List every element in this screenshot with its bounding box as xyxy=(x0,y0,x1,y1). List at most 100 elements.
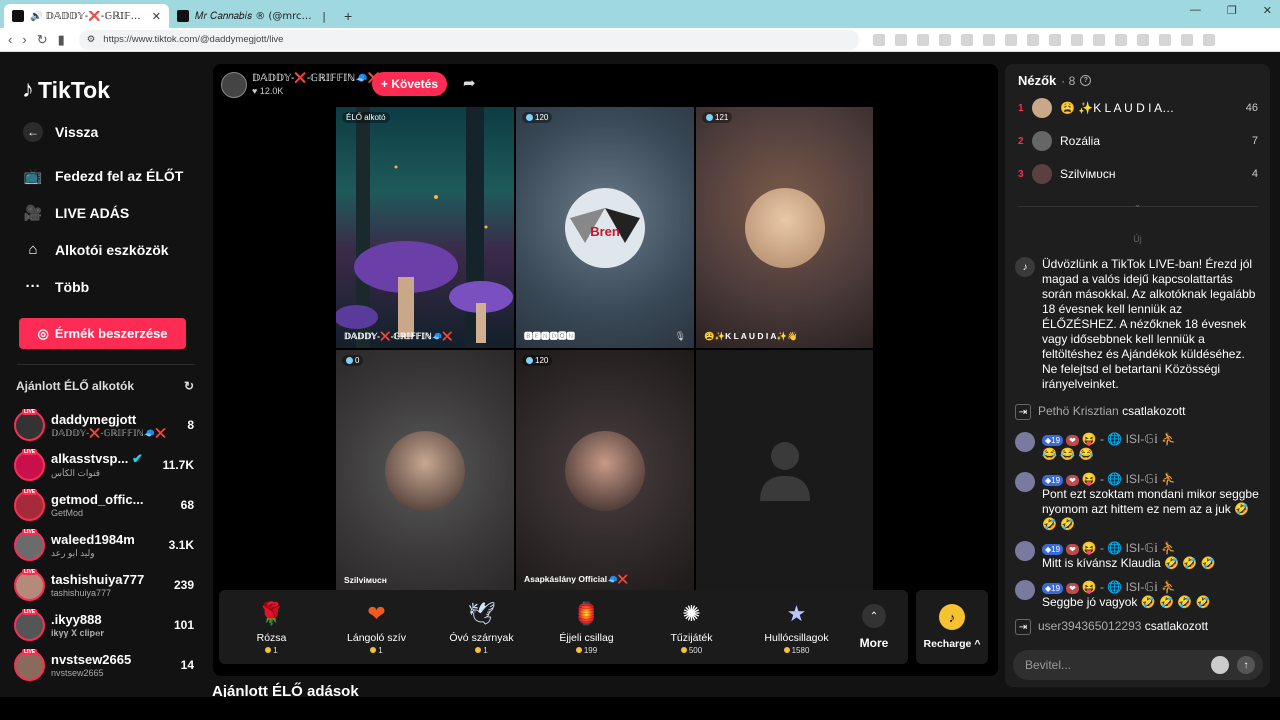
extension-icon[interactable] xyxy=(1026,33,1039,46)
creator-item[interactable]: LIVE nvstsew2665 nvstsew2665 14 xyxy=(14,647,194,683)
send-icon[interactable]: ↑ xyxy=(1237,656,1255,674)
extension-icon[interactable] xyxy=(894,33,907,46)
url-field[interactable]: ⚙ https://www.tiktok.com/@daddymegjott/l… xyxy=(78,29,859,50)
host-avatar[interactable] xyxy=(221,72,247,98)
top-viewer-row[interactable]: 2 Rozália 7 xyxy=(1018,129,1258,153)
emoji-icon[interactable] xyxy=(1211,656,1229,674)
avatar[interactable] xyxy=(1015,432,1035,452)
close-window-icon[interactable]: ✕ xyxy=(1263,4,1272,17)
bookmark-icon[interactable]: ▮ xyxy=(58,32,65,48)
creator-item[interactable]: LIVE getmod_offic... GetMod 68 xyxy=(14,487,194,523)
extension-icon[interactable] xyxy=(1202,33,1215,46)
tiktok-note-icon: ♪ xyxy=(22,76,34,103)
minimize-icon[interactable]: — xyxy=(1190,4,1201,17)
gift-name: Rózsa xyxy=(256,631,287,644)
chat-username[interactable]: 😝 - 🌐 ISI-𝔾𝕚 xyxy=(1082,541,1158,555)
chat-username[interactable]: 😝 - 🌐 ISI-𝔾𝕚 xyxy=(1082,472,1158,486)
creator-item[interactable]: LIVE tashishuiya777 tashishuiya777 239 xyxy=(14,567,194,603)
sidebar-item-more[interactable]: ··· Több xyxy=(23,278,90,295)
chat-username[interactable]: 😝 - 🌐 ISI-𝔾𝕚 xyxy=(1082,432,1158,446)
extension-icon[interactable] xyxy=(872,33,885,46)
extension-icon[interactable] xyxy=(1136,33,1149,46)
live-badge: LIVE xyxy=(22,528,38,535)
recharge-button[interactable]: ♪ Recharge ^ xyxy=(916,590,988,664)
close-tab-icon[interactable]: ✕ xyxy=(152,10,161,23)
reload-icon[interactable]: ↻ xyxy=(37,32,48,48)
back-arrow-icon[interactable]: ‹ xyxy=(8,32,12,48)
creator-name-row: alkasstvsp... ✔ xyxy=(51,451,159,467)
top-viewer-row[interactable]: 1 😩 ✨K L A U D I A… 46 xyxy=(1018,96,1258,120)
browser-tab[interactable]: 𝑀𝑟 𝐶𝑎𝑛𝑛𝑎𝑏𝑖𝑠 ® (@mrcannabis_) | xyxy=(169,4,334,28)
chat-username[interactable]: 😝 - 🌐 ISI-𝔾𝕚 xyxy=(1082,580,1158,594)
viewer-badge: 121 xyxy=(702,112,733,123)
extension-icon[interactable] xyxy=(1114,33,1127,46)
gift-rose[interactable]: 🌹 Rózsa 1 xyxy=(219,600,324,655)
forward-arrow-icon[interactable]: › xyxy=(22,32,26,48)
gift-firework[interactable]: ✺ Tűzijáték 500 xyxy=(639,600,744,655)
chat-username[interactable]: user394365012293 xyxy=(1038,619,1141,633)
extension-icon[interactable] xyxy=(1004,33,1017,46)
guest-cell[interactable]: Bren 120 🅱🅴🅽🅳🅾🅽 🎙 xyxy=(516,107,694,348)
recommended-creators-header: Ajánlott ÉLŐ alkotók ↻ xyxy=(16,379,194,393)
expand-chevron-icon[interactable]: ⌄ xyxy=(1005,199,1270,210)
svg-text:Bren: Bren xyxy=(590,224,620,239)
chat-input[interactable]: Bevitel... ↑ xyxy=(1013,650,1263,680)
gift-name: Hullócsillagok xyxy=(764,631,829,644)
refresh-icon[interactable]: ↻ xyxy=(184,379,194,393)
empty-guest-slot[interactable] xyxy=(696,350,873,591)
address-bar-row: ‹ › ↻ ▮ ⚙ https://www.tiktok.com/@daddym… xyxy=(0,28,1280,52)
gift-wings[interactable]: 🕊 Óvó szárnyak 1 xyxy=(429,600,534,655)
gift-night-star[interactable]: 🏮 Éjjeli csillag 199 xyxy=(534,600,639,655)
extension-icon[interactable] xyxy=(1158,33,1171,46)
extension-icon[interactable] xyxy=(982,33,995,46)
gift-shooting-stars[interactable]: ★ Hullócsillagok 1580 xyxy=(744,600,849,655)
extension-icon[interactable] xyxy=(938,33,951,46)
extension-icon[interactable] xyxy=(1048,33,1061,46)
share-icon[interactable]: ➦ xyxy=(463,74,476,92)
guest-cell-host[interactable]: ÉLŐ alkotó 𝔻𝔸𝔻𝔻𝕐-❌-𝔾ℝ𝕀𝔽𝔽𝕀ℕ🧢❌ xyxy=(336,107,514,348)
extension-icon[interactable] xyxy=(1092,33,1105,46)
back-link[interactable]: ← Vissza xyxy=(23,122,98,142)
follow-button[interactable]: + Követés xyxy=(372,72,447,96)
help-icon[interactable]: ? xyxy=(1080,75,1092,86)
creator-item[interactable]: LIVE waleed1984m وليد ابو رعد 3.1K xyxy=(14,527,194,563)
live-badge: LIVE xyxy=(22,648,38,655)
more-icon: ··· xyxy=(25,278,41,295)
chat-username[interactable]: Pethö Krisztian xyxy=(1038,404,1119,418)
extension-icon[interactable] xyxy=(916,33,929,46)
creator-name: daddymegjott xyxy=(51,411,137,427)
get-coins-button[interactable]: ◎ Érmék beszerzése xyxy=(19,318,186,349)
guest-cell[interactable]: 121 😩✨K L A U D I A✨👋 xyxy=(696,107,873,348)
gift-burning-heart[interactable]: ❤ Lángoló szív 1 xyxy=(324,600,429,655)
sidebar-item-explore-live[interactable]: 📺 Fedezd fel az ÉLŐT xyxy=(23,167,184,185)
avatar[interactable] xyxy=(1015,580,1035,600)
browser-tab-active[interactable]: 🔊 𝔻𝔸𝔻𝔻𝕐-❌-𝔾ℝ𝕀𝔽𝔽𝕀ℕ🧢❌ (@da ✕ xyxy=(4,4,169,28)
sidebar-item-label: LIVE ADÁS xyxy=(55,205,130,221)
coin-icon xyxy=(783,647,790,653)
creator-item[interactable]: LIVE daddymegjott 𝔻𝔸𝔻𝔻𝕐-❌-𝔾ℝ𝕀𝔽𝔽𝕀ℕ🧢❌ 8 xyxy=(14,407,194,443)
extension-icon[interactable] xyxy=(960,33,973,46)
new-tab-button[interactable]: + xyxy=(334,4,362,28)
creator-name: waleed1984m xyxy=(51,531,135,547)
gift-price: 1 xyxy=(370,646,383,655)
top-viewer-row[interactable]: 3 Szilviᴍᴜᴄʜ 4 xyxy=(1018,162,1258,186)
avatar[interactable] xyxy=(1015,541,1035,561)
extension-icon[interactable] xyxy=(1070,33,1083,46)
creator-item[interactable]: LIVE alkasstvsp... ✔ قنوات الكأس 11.7K xyxy=(14,447,194,483)
guest-cell[interactable]: 120 Asapkáslány Official🧢❌ xyxy=(516,350,694,591)
tiktok-logo[interactable]: ♪ TikTok xyxy=(22,76,110,104)
sidebar-item-go-live[interactable]: 🎥 LIVE ADÁS xyxy=(23,204,130,222)
sidebar-item-creator-tools[interactable]: ⌂ Alkotói eszközök xyxy=(23,241,168,258)
guest-name: 🅱🅴🅽🅳🅾🅽 xyxy=(524,331,576,341)
more-gifts-button[interactable]: ⌃ More xyxy=(849,604,899,650)
site-settings-icon[interactable]: ⚙ xyxy=(87,34,96,45)
host-name[interactable]: 𝔻𝔸𝔻𝔻𝕐-❌-𝔾ℝ𝕀𝔽𝔽𝕀ℕ🧢❌ xyxy=(252,73,380,84)
guest-cell[interactable]: 0 Szilviᴍᴜᴄʜ xyxy=(336,350,514,591)
extension-icon[interactable] xyxy=(1180,33,1193,46)
close-tab-icon[interactable]: | xyxy=(322,10,326,23)
creator-item[interactable]: LIVE .ikyy888 𝐢𝐤𝐲𝐲 𝐗 𝐜𝐥𝐢𝐩𝐞𝐫 101 xyxy=(14,607,194,643)
gift-price: 500 xyxy=(680,646,702,655)
maximize-icon[interactable]: ❐ xyxy=(1227,4,1237,17)
guest-avatar: Bren xyxy=(565,187,645,268)
avatar[interactable] xyxy=(1015,472,1035,492)
